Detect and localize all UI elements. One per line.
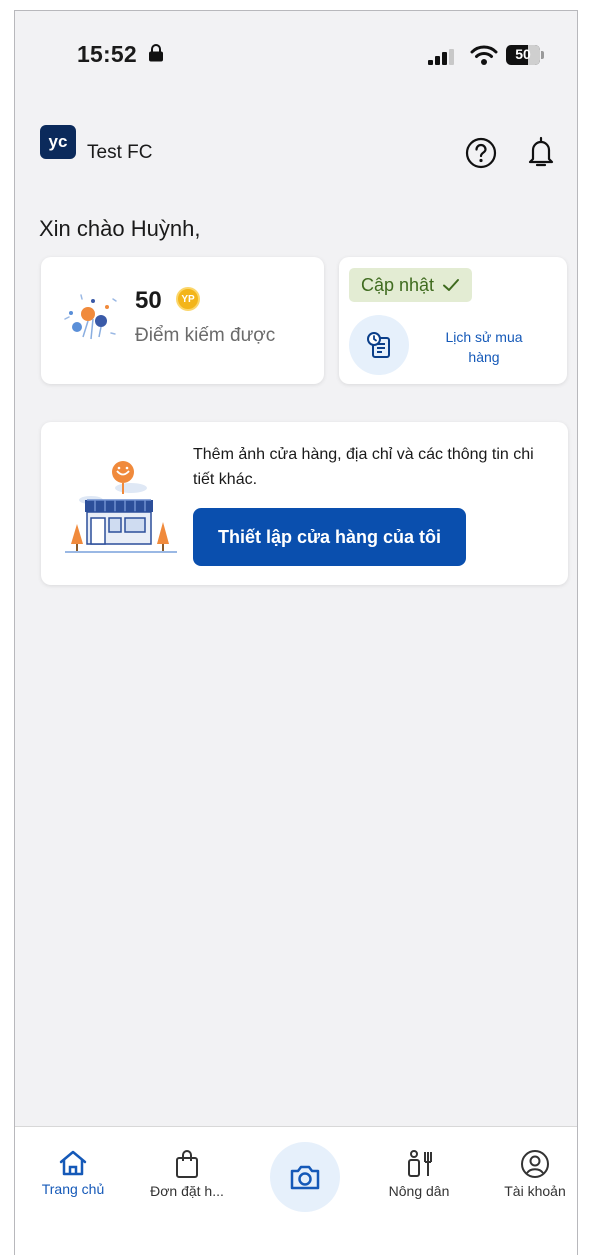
store-illustration-icon [65,461,177,553]
home-icon [59,1150,87,1176]
update-badge-label: Cập nhật [361,274,435,295]
nav-farmers-label: Nông dân [388,1183,450,1199]
nav-account-label: Tài khoản [504,1183,566,1199]
camera-icon [290,1165,320,1190]
lock-icon [149,44,163,62]
points-label: Điểm kiếm được [135,325,276,346]
nav-orders-label: Đơn đặt h... [150,1183,224,1199]
nav-home[interactable]: Trang chủ [23,1137,123,1197]
greeting: Xin chào Huỳnh, [39,216,201,241]
status-bar: 15:52 50 [15,11,577,91]
wifi-icon [470,45,498,65]
store-logo: YC [40,125,76,159]
points-card[interactable]: 50 YP Điểm kiếm được [41,257,324,384]
nav-account[interactable]: Tài khoản [485,1137,577,1199]
purchase-history-link[interactable]: Lịch sử mua hàng [429,327,539,367]
account-icon [521,1150,549,1178]
checkmark-icon [443,279,460,291]
shopping-bag-icon [176,1150,198,1178]
update-badge: Cập nhật [349,268,473,302]
nav-farmers[interactable]: Nông dân [369,1137,469,1199]
update-card: Cập nhật Lịch sử mua hàng [339,257,567,384]
yp-coin-icon: YP [176,287,200,311]
cellular-signal-icon [428,49,454,65]
help-icon[interactable] [465,137,497,169]
points-celebration-icon [64,294,117,340]
setup-store-description: Thêm ảnh cửa hàng, địa chỉ và các thông … [193,446,534,488]
battery-level: 50 [515,46,531,62]
status-time: 15:52 [77,41,137,67]
setup-store-card: Thêm ảnh cửa hàng, địa chỉ và các thông … [41,422,568,585]
farmer-icon [408,1150,432,1177]
nav-home-label: Trang chủ [41,1181,105,1197]
app-frame: 15:52 50 YC Test FC [14,10,578,1255]
bell-icon[interactable] [527,135,555,169]
store-name[interactable]: Test FC [87,142,152,164]
nav-orders[interactable]: Đơn đặt h... [137,1137,237,1199]
setup-store-button[interactable]: Thiết lập cửa hàng của tôi [193,508,466,566]
battery-icon: 50 [506,45,544,65]
purchase-history-button[interactable] [349,315,409,375]
receipt-icon [367,332,390,358]
camera-button[interactable] [270,1142,340,1212]
bottom-navigation: Trang chủ Đơn đặt h... Nông dân Tài khoả… [15,1126,577,1255]
points-value: 50 [135,287,162,314]
